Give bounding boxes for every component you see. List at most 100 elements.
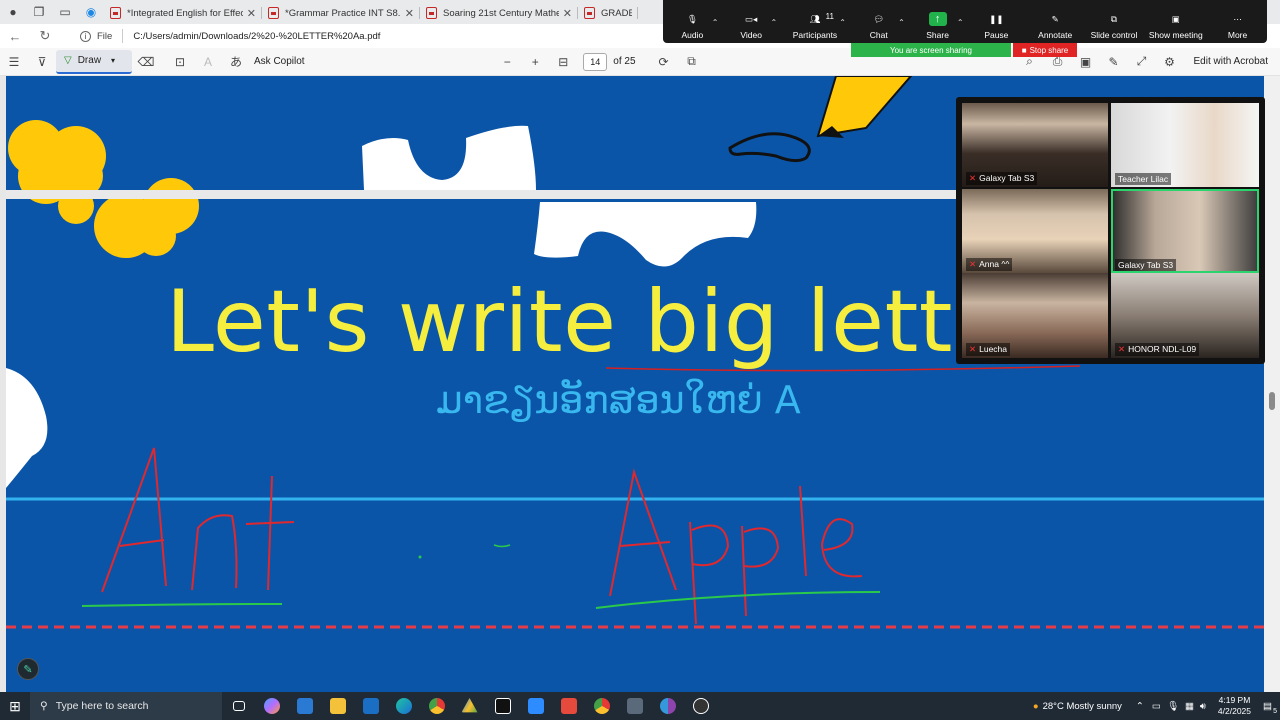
muted-mic-icon: ✕ xyxy=(1118,344,1126,354)
notification-icon[interactable]: ▤ 5 xyxy=(1263,701,1277,715)
fit-page-icon[interactable]: ⊟ xyxy=(549,51,577,73)
file-explorer-icon[interactable] xyxy=(321,692,354,720)
highlight-icon[interactable]: ⊽ xyxy=(28,51,56,73)
participants-button[interactable]: 👥︎ 11 Participants ⌃ xyxy=(782,8,848,40)
drive-app-icon[interactable] xyxy=(453,692,486,720)
zoom-app-icon[interactable] xyxy=(519,692,552,720)
participant-tile[interactable]: ✕ HONOR NDL-L09 xyxy=(1111,273,1259,358)
stop-share-button[interactable]: ■ Stop share xyxy=(1013,43,1077,57)
participant-tile[interactable]: ✕ Galaxy Tab S3 xyxy=(962,103,1108,187)
wps-app-icon[interactable] xyxy=(552,692,585,720)
task-view-icon[interactable] xyxy=(222,692,255,720)
edge-icon[interactable]: ◉ xyxy=(78,0,104,24)
more-label: More xyxy=(1227,30,1248,40)
chevron-up-icon[interactable]: ⌃ xyxy=(957,18,964,27)
close-tab-icon[interactable]: ✕ xyxy=(247,7,256,20)
taskbar-clock[interactable]: 4:19 PM 4/2/2025 xyxy=(1218,695,1251,717)
settings-icon[interactable]: ⚙ xyxy=(1156,51,1184,73)
copilot-app-icon[interactable] xyxy=(255,692,288,720)
meet-icon[interactable]: ▭ xyxy=(1152,701,1161,712)
calculator-app-icon[interactable] xyxy=(618,692,651,720)
scroll-thumb[interactable] xyxy=(1269,392,1275,410)
taskbar-search-box[interactable]: ⚲ Type here to search xyxy=(30,692,222,720)
close-tab-icon[interactable]: ✕ xyxy=(563,7,572,20)
pen-edit-icon[interactable]: ✎ xyxy=(17,658,39,680)
refresh-icon[interactable]: ↻ xyxy=(30,28,60,44)
microphone-icon: 🎙︎ xyxy=(686,13,698,24)
participant-name: Teacher Lilac xyxy=(1118,174,1169,184)
zoom-out-icon[interactable]: − xyxy=(493,51,521,73)
chevron-up-icon[interactable]: ⌃ xyxy=(898,18,905,27)
tab-actions-icon[interactable]: ▭ xyxy=(52,0,78,24)
participant-tile[interactable]: Teacher Lilac xyxy=(1111,103,1259,187)
edit-acrobat-button[interactable]: Edit with Acrobat xyxy=(1194,56,1268,67)
green-dot-mark xyxy=(418,555,422,559)
tab-grade5[interactable]: GRADE 5 SU xyxy=(578,2,638,24)
tab-soaring-math[interactable]: Soaring 21st Century Mathematic ✕ xyxy=(420,2,578,24)
time-text: 4:19 PM xyxy=(1218,695,1251,705)
chrome-alt-app-icon[interactable] xyxy=(651,692,684,720)
capcut-app-icon[interactable] xyxy=(486,692,519,720)
chevron-up-icon[interactable]: ⌃ xyxy=(770,18,777,27)
screen-sharing-text: You are screen sharing xyxy=(890,45,972,55)
outlook-app-icon[interactable] xyxy=(354,692,387,720)
volume-icon[interactable]: 🔊︎ xyxy=(1200,701,1206,712)
save-as-icon[interactable]: ✎ xyxy=(1100,51,1128,73)
video-gallery[interactable]: ✕ Galaxy Tab S3 Teacher Lilac ✕ Anna ^^ Ga… xyxy=(956,97,1265,364)
more-button[interactable]: ⋯ More xyxy=(1210,8,1266,41)
back-icon[interactable]: ← xyxy=(0,29,30,44)
chat-label: Chat xyxy=(869,30,888,40)
page-view-icon[interactable]: ⧉ xyxy=(678,51,706,73)
chevron-up-icon[interactable]: ⌃ xyxy=(712,18,719,27)
text-box-icon[interactable]: ⊡ xyxy=(166,51,194,73)
zoom-meeting-toolbar: 🎙︎ Audio ⌃ ▭◂ Video ⌃ 👥︎ 11 Participants… xyxy=(663,0,1267,43)
show-meeting-button[interactable]: ▣ Show meeting xyxy=(1145,8,1207,41)
chrome-app-icon[interactable] xyxy=(420,692,453,720)
tab-integrated-english[interactable]: *Integrated English for Effective C ✕ xyxy=(104,2,262,24)
profile-icon[interactable]: ● xyxy=(0,0,26,24)
divider xyxy=(122,29,124,43)
slide-control-button[interactable]: ⧉ Slide control xyxy=(1086,8,1142,41)
handwritten-ant xyxy=(101,447,295,593)
contents-icon[interactable]: ☰ xyxy=(0,51,28,73)
screen-sharing-banner[interactable]: You are screen sharing xyxy=(851,43,1011,57)
close-tab-icon[interactable]: ✕ xyxy=(405,7,414,20)
url-field[interactable]: C:/Users/admin/Downloads/2%20-%20LETTER%… xyxy=(133,31,380,42)
translate-icon[interactable]: あ xyxy=(222,51,250,73)
chevron-up-icon[interactable]: ⌃ xyxy=(839,18,846,27)
chevron-up-icon[interactable]: ⌃ xyxy=(1136,701,1144,712)
microphone-tray-icon[interactable]: 🎙︎ xyxy=(1167,701,1179,712)
system-tray: ● 28°C Mostly sunny ⌃ ▭ 🎙︎ ▦ 🔊︎ 4:19 PM … xyxy=(1033,692,1280,720)
page-number-input[interactable]: 14 xyxy=(583,52,608,71)
pause-share-button[interactable]: ❚❚ Pause xyxy=(968,8,1024,41)
video-button[interactable]: ▭◂ Video ⌃ xyxy=(723,8,779,41)
site-info[interactable]: i File xyxy=(80,30,112,42)
participant-tile[interactable]: ✕ Luecha xyxy=(962,273,1108,358)
white-puzzle-shape xyxy=(362,125,536,190)
windows-start-icon[interactable]: ⊞ xyxy=(0,698,30,715)
video-label: Video xyxy=(740,30,762,40)
rotate-icon[interactable]: ⟳ xyxy=(650,51,678,73)
network-icon[interactable]: ▦ xyxy=(1185,701,1194,712)
fullscreen-icon[interactable]: ⤢ xyxy=(1128,51,1156,73)
participant-tile[interactable]: Galaxy Tab S3 xyxy=(1111,189,1259,273)
audio-button[interactable]: 🎙︎ Audio ⌃ xyxy=(664,8,720,41)
tab-grammar-practice[interactable]: *Grammar Practice INT S8.pdf ✕ xyxy=(262,2,420,24)
annotate-button[interactable]: ✎ Annotate xyxy=(1027,8,1083,41)
ask-copilot-button[interactable]: Ask Copilot xyxy=(254,56,305,67)
eraser-icon[interactable]: ⌫ xyxy=(132,51,160,73)
zoom-in-icon[interactable]: + xyxy=(521,51,549,73)
draw-button[interactable]: ▽ Draw ▾ xyxy=(56,49,132,74)
weather-text[interactable]: 28°C Mostly sunny xyxy=(1043,701,1122,712)
share-button[interactable]: ↑ Share ⌃ xyxy=(910,8,966,40)
edge-app-icon[interactable] xyxy=(387,692,420,720)
media-player-icon[interactable] xyxy=(684,692,717,720)
participant-name: Galaxy Tab S3 xyxy=(979,173,1035,183)
chat-button[interactable]: 💬︎ Chat ⌃ xyxy=(851,8,907,41)
chrome-profile-app-icon[interactable] xyxy=(585,692,618,720)
workspaces-icon[interactable]: ❐ xyxy=(26,0,52,24)
vertical-scrollbar[interactable] xyxy=(1264,76,1280,692)
store-app-icon[interactable] xyxy=(288,692,321,720)
participant-tile[interactable]: ✕ Anna ^^ xyxy=(962,189,1108,273)
tab-label: GRADE 5 SU xyxy=(601,7,632,19)
